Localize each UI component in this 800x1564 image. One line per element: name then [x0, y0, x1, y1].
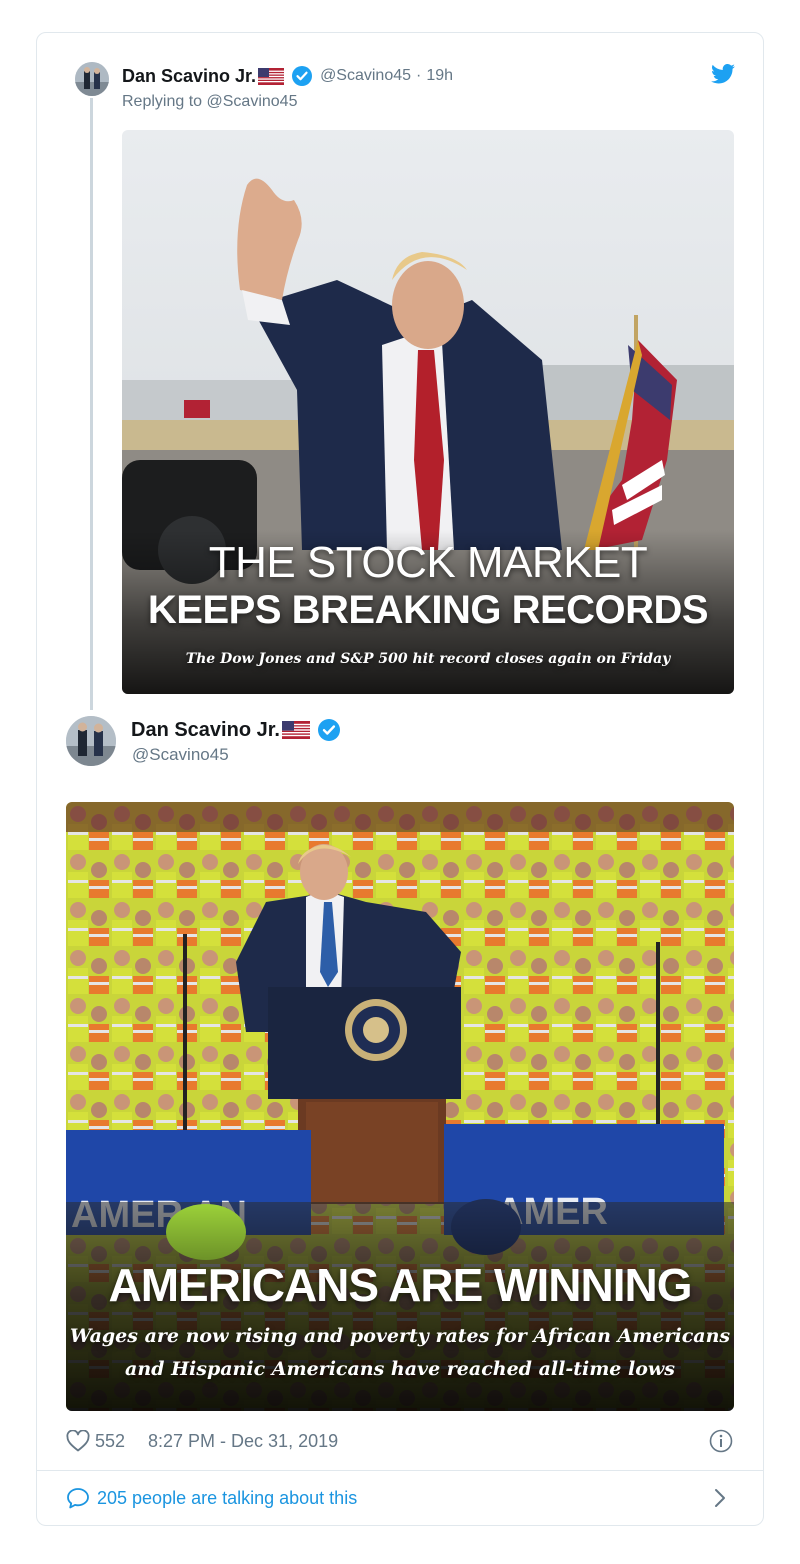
dot-separator: · — [416, 67, 422, 84]
avatar-image — [75, 62, 109, 96]
image-headline-line1: THE STOCK MARKET — [208, 538, 648, 587]
author-handle[interactable]: @Scavino45 — [132, 745, 229, 765]
info-icon[interactable] — [709, 1429, 733, 1453]
tweet-age[interactable]: 19h — [426, 67, 453, 85]
author-handle[interactable]: @Scavino45 — [320, 67, 411, 85]
image-headline: AMERICANS ARE WINNING — [108, 1259, 693, 1311]
tweet1-photo[interactable]: THE STOCK MARKET KEEPS BREAKING RECORDS … — [122, 130, 734, 694]
image-subline: The Dow Jones and S&P 500 hit record clo… — [185, 651, 671, 667]
photo-americans-winning: AMER AN AMER — [66, 802, 734, 1411]
twitter-bird-icon[interactable] — [711, 63, 735, 84]
like-button[interactable]: 552 — [66, 1429, 125, 1453]
footer-divider — [36, 1470, 764, 1471]
image-subline-line1: Wages are now rising and poverty rates f… — [69, 1325, 731, 1347]
avatar-image — [66, 716, 116, 766]
reply-prefix: Replying to — [122, 93, 203, 110]
speech-bubble-icon — [66, 1487, 90, 1509]
avatar[interactable] — [75, 62, 109, 96]
verified-badge-icon — [317, 719, 340, 741]
thread-connector-line — [90, 98, 93, 710]
tweet2-author-row: Dan Scavino Jr. — [131, 717, 340, 743]
reply-context: Replying to @Scavino45 — [122, 93, 297, 111]
us-flag-icon — [258, 67, 285, 85]
conversation-text: 205 people are talking about this — [97, 1487, 358, 1508]
verified-badge-icon — [292, 66, 313, 86]
heart-icon — [66, 1429, 90, 1452]
tweet2-photo[interactable]: AMER AN AMER AMERICANS ARE WINNING Wages… — [66, 802, 734, 1411]
like-count: 552 — [95, 1430, 126, 1451]
image-subline-line2: and Hispanic Americans have reached all-… — [125, 1358, 675, 1380]
tweet-timestamp[interactable]: 8:27 PM - Dec 31, 2019 — [148, 1431, 338, 1452]
avatar[interactable] — [66, 716, 116, 766]
image-headline-line2: KEEPS BREAKING RECORDS — [147, 588, 709, 632]
author-name[interactable]: Dan Scavino Jr. — [122, 66, 256, 87]
tweet1-author-row: Dan Scavino Jr. @Scavino45 · 19h — [122, 64, 453, 88]
reply-handle[interactable]: @Scavino45 — [207, 93, 298, 110]
chevron-right-icon[interactable] — [713, 1487, 727, 1509]
conversation-link[interactable]: 205 people are talking about this — [66, 1486, 357, 1510]
us-flag-icon — [281, 721, 310, 739]
author-name[interactable]: Dan Scavino Jr. — [131, 719, 280, 742]
